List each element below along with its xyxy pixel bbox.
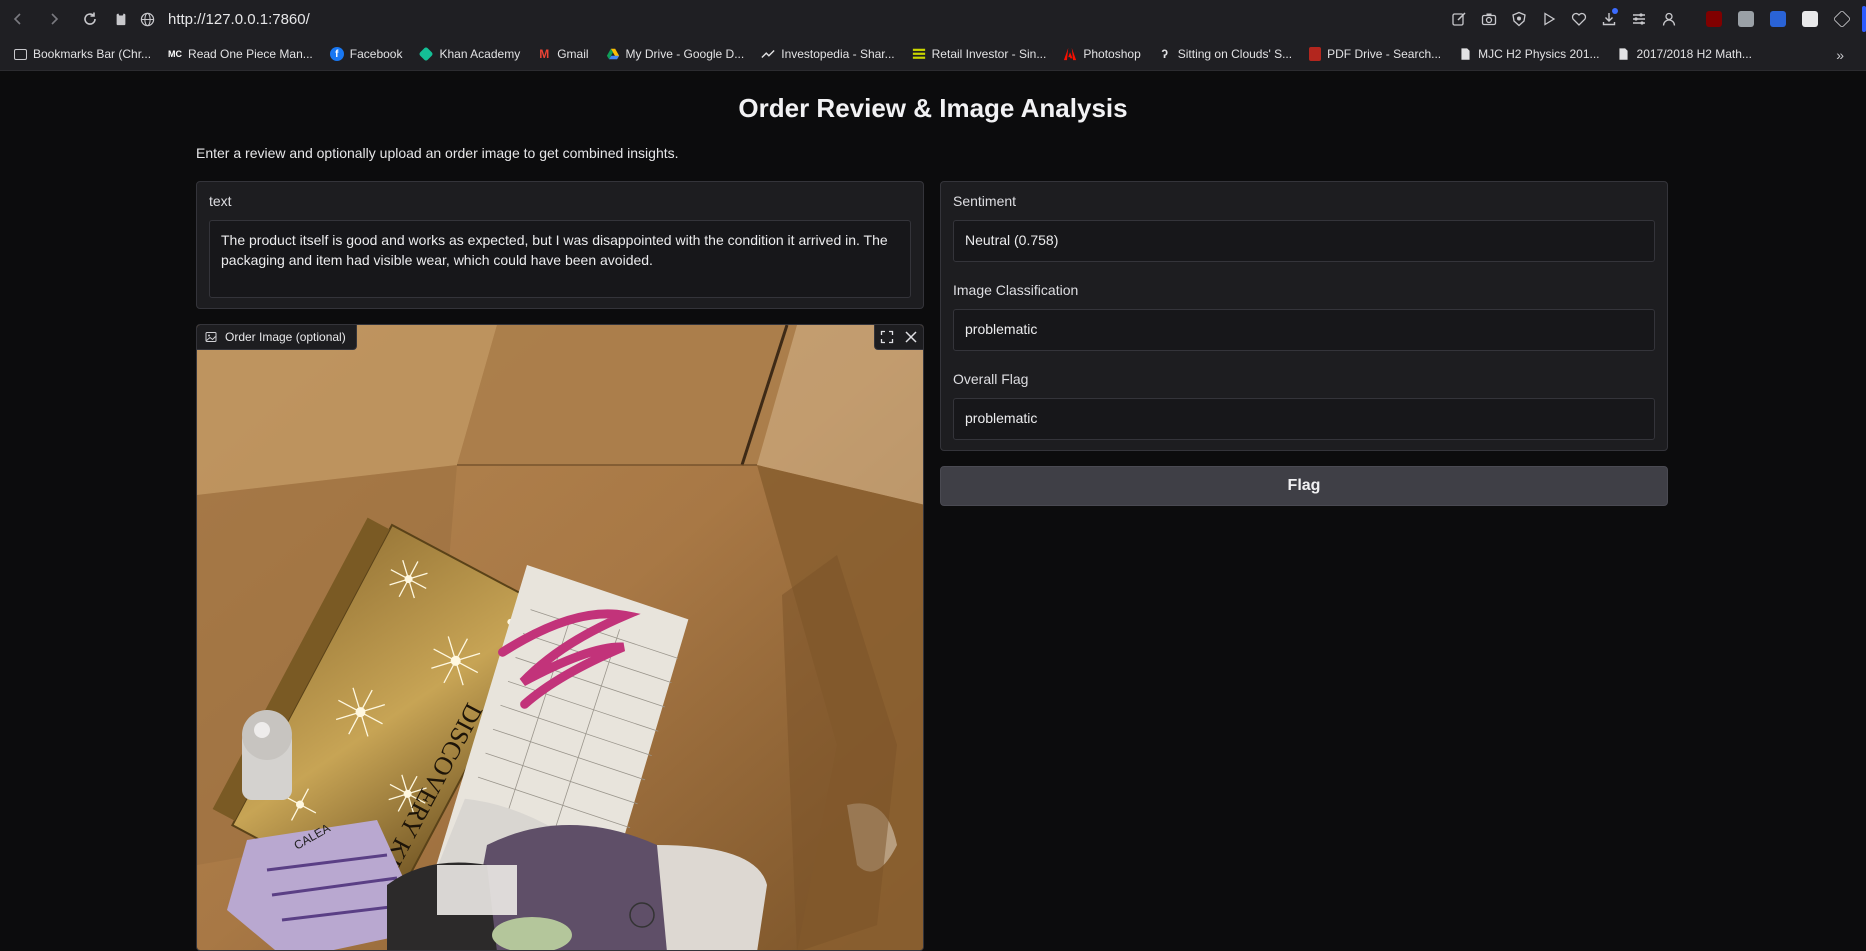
url-text[interactable]: http://127.0.0.1:7860/: [168, 11, 310, 28]
fullscreen-icon: [880, 330, 894, 344]
page-description: Enter a review and optionally upload an …: [196, 145, 679, 161]
overall-flag-output[interactable]: problematic: [953, 398, 1655, 440]
download-icon[interactable]: [1594, 0, 1624, 38]
play-icon[interactable]: [1534, 0, 1564, 38]
outputs-block: Sentiment Neutral (0.758) Image Classifi…: [940, 181, 1668, 451]
bookmark-item[interactable]: Khan Academy: [419, 46, 520, 62]
bookmark-item[interactable]: M Gmail: [537, 47, 588, 61]
menu-lines-icon[interactable]: [1624, 0, 1654, 38]
browser-toolbar: http://127.0.0.1:7860/: [0, 0, 1866, 38]
more-bookmarks-button[interactable]: »: [1836, 47, 1844, 63]
retail-investor-icon: [912, 47, 926, 61]
chevron-right-icon: [51, 13, 59, 25]
document-icon: [1617, 47, 1631, 61]
gmail-icon: M: [539, 47, 550, 61]
google-drive-icon: [606, 47, 620, 61]
reload-button[interactable]: [72, 0, 108, 38]
bookmark-item[interactable]: PDF Drive - Search...: [1309, 47, 1441, 61]
bookmark-item[interactable]: Photoshop: [1063, 47, 1141, 61]
document-icon: [1458, 47, 1472, 61]
sentiment-label: Sentiment: [953, 193, 1017, 209]
review-textarea[interactable]: The product itself is good and works as …: [209, 220, 911, 298]
reload-icon: [84, 12, 96, 25]
cube-extension-icon[interactable]: [1826, 0, 1858, 38]
toolbar-actions: [1444, 0, 1866, 38]
chevron-left-icon: [13, 13, 21, 25]
sentiment-output[interactable]: Neutral (0.758): [953, 220, 1655, 262]
image-input-label: Order Image (optional): [197, 325, 357, 350]
adobe-icon: [1063, 47, 1077, 61]
bookmark-item[interactable]: MC Read One Piece Man...: [168, 47, 313, 61]
image-input-block: DISCOVERY KIT CALEA Order Image (optiona…: [196, 324, 924, 951]
edit-icon[interactable]: [1444, 0, 1474, 38]
docs-extension-icon[interactable]: [1762, 0, 1794, 38]
text-input-label: text: [209, 193, 232, 209]
folder-icon: [14, 48, 27, 60]
ublock-extension-icon[interactable]: [1698, 0, 1730, 38]
clouds-icon: ʔ: [1161, 47, 1169, 61]
image-actions: [874, 325, 923, 350]
forward-button[interactable]: [36, 0, 72, 38]
bookmark-item[interactable]: 2017/2018 H2 Math...: [1617, 47, 1752, 61]
overall-flag-label: Overall Flag: [953, 371, 1029, 387]
bookmarks-bar: Bookmarks Bar (Chr... MC Read One Piece M…: [0, 38, 1866, 71]
gradio-app: Order Review & Image Analysis Enter a re…: [0, 71, 1866, 951]
profile-icon[interactable]: [1654, 0, 1684, 38]
heart-icon[interactable]: [1564, 0, 1594, 38]
flag-button[interactable]: Flag: [940, 466, 1668, 506]
mc-icon: MC: [168, 49, 183, 59]
shield-icon[interactable]: [1504, 0, 1534, 38]
clear-image-button[interactable]: [899, 325, 923, 349]
sidebar-indicator: [1862, 6, 1866, 32]
order-photo: DISCOVERY KIT CALEA: [197, 325, 923, 950]
bookmark-item[interactable]: Investopedia - Shar...: [761, 47, 895, 61]
facebook-icon: f: [329, 47, 344, 61]
page-title: Order Review & Image Analysis: [738, 93, 1128, 123]
globe-icon: [138, 10, 156, 28]
bookmark-folder[interactable]: Bookmarks Bar (Chr...: [14, 47, 151, 61]
bookmark-item[interactable]: ʔ Sitting on Clouds' S...: [1158, 47, 1292, 61]
address-bar[interactable]: http://127.0.0.1:7860/: [112, 0, 310, 38]
pdf-drive-icon: [1309, 47, 1322, 61]
text-input-block: text The product itself is good and work…: [196, 181, 924, 309]
bookmark-item[interactable]: My Drive - Google D...: [606, 47, 744, 61]
bookmark-item[interactable]: Retail Investor - Sin...: [912, 47, 1046, 61]
download-badge: [1612, 8, 1618, 14]
close-icon: [905, 331, 917, 343]
image-icon: [205, 332, 217, 342]
khan-academy-icon: [419, 46, 434, 62]
classification-output[interactable]: problematic: [953, 309, 1655, 351]
investopedia-icon: [761, 47, 775, 61]
bookmark-item[interactable]: f Facebook: [329, 47, 402, 61]
extension-icon[interactable]: [1730, 0, 1762, 38]
bookmark-item[interactable]: MJC H2 Physics 201...: [1458, 47, 1600, 61]
fullscreen-button[interactable]: [875, 325, 899, 349]
back-button[interactable]: [0, 0, 36, 38]
clipboard-extension-icon[interactable]: [1794, 0, 1826, 38]
classification-label: Image Classification: [953, 282, 1079, 298]
camera-icon[interactable]: [1474, 0, 1504, 38]
clipboard-icon[interactable]: [112, 10, 130, 28]
